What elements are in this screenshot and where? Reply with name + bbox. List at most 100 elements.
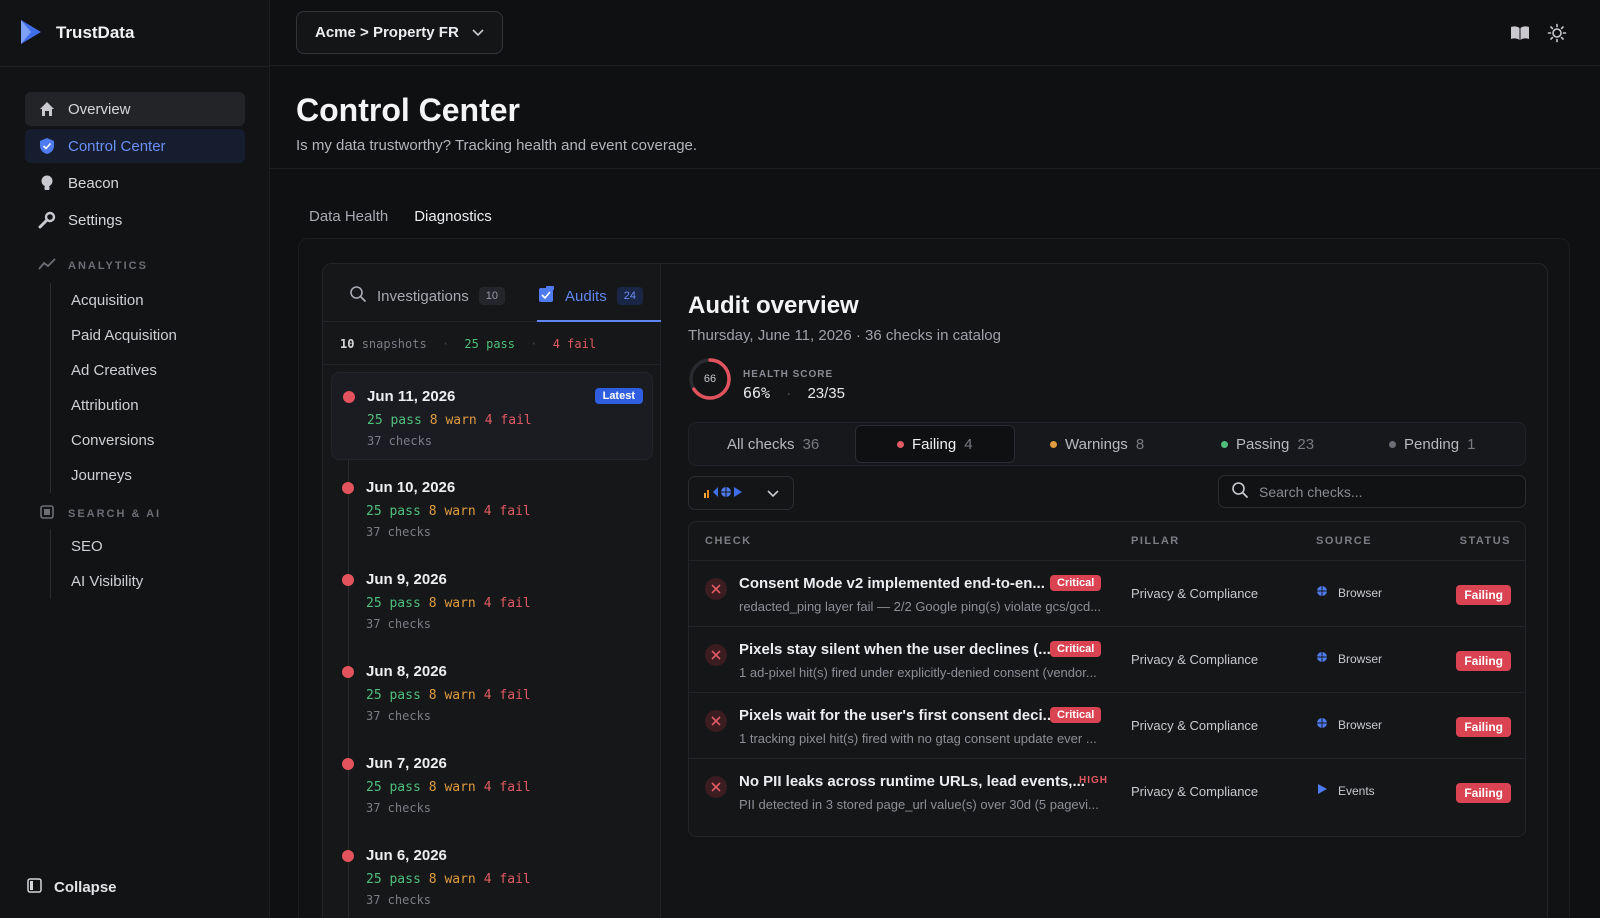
globe-icon <box>1316 585 1328 600</box>
trustdata-logo-icon <box>18 18 44 49</box>
snapshot-warn: 8 warn <box>428 872 476 887</box>
subtab-label: Audits <box>565 287 607 305</box>
analytics-subnav: Acquisition Paid Acquisition Ad Creative… <box>50 283 177 493</box>
docs-book-icon[interactable] <box>1509 22 1531 44</box>
tab-diagnostics[interactable]: Diagnostics <box>401 200 505 240</box>
health-score-values: 66% · 23/35 <box>743 384 845 402</box>
check-description: 1 ad-pixel hit(s) fired under explicitly… <box>739 665 1097 680</box>
globe-icon <box>1316 717 1328 732</box>
brand[interactable]: TrustData <box>18 18 134 48</box>
subnav-item-acquisition[interactable]: Acquisition <box>71 283 177 318</box>
snapshot-fail: 4 fail <box>483 780 531 795</box>
subnav-item-paid-acquisition[interactable]: Paid Acquisition <box>71 318 177 353</box>
table-row[interactable]: Pixels stay silent when the user decline… <box>689 627 1525 693</box>
fail-status-dot <box>342 574 354 586</box>
table-row[interactable]: Consent Mode v2 implemented end-to-en...… <box>689 561 1525 627</box>
filter-warnings[interactable]: Warnings 8 <box>1050 425 1144 463</box>
subnav-item-journeys[interactable]: Journeys <box>71 458 177 493</box>
search-icon <box>1231 481 1249 502</box>
subtab-count: 10 <box>478 287 505 305</box>
snapshot-date: Jun 11, 2026 <box>367 388 456 405</box>
property-label: Acme > Property FR <box>315 24 459 41</box>
subtab-label: Investigations <box>377 287 469 305</box>
snapshot-stats: 25 pass 8 warn 4 fail <box>367 413 532 428</box>
snapshot-pass: 25 pass <box>366 780 421 795</box>
check-source: Browser <box>1316 651 1382 666</box>
sidebar-divider <box>0 66 270 67</box>
subtab-audits[interactable]: Audits 24 <box>537 280 643 312</box>
snapshot-warn: 8 warn <box>428 596 476 611</box>
snapshot-warn: 8 warn <box>429 413 477 428</box>
column-header-source: SOURCE <box>1316 535 1373 547</box>
search-checks-input[interactable] <box>1259 483 1509 500</box>
snapshot-item[interactable]: Jun 10, 2026 25 pass 8 warn 4 fail 37 chec… <box>331 464 653 552</box>
property-selector[interactable]: Acme > Property FR <box>296 11 503 54</box>
check-pillar: Privacy & Compliance <box>1131 784 1259 799</box>
snapshot-stats: 25 pass 8 warn 4 fail <box>366 780 531 795</box>
nav-item-control-center[interactable]: Control Center <box>25 129 245 163</box>
latest-badge: Latest <box>594 388 643 404</box>
subnav-item-ai-visibility[interactable]: AI Visibility <box>71 564 143 599</box>
status-badge: Failing <box>1456 585 1511 605</box>
fail-x-icon <box>705 578 727 600</box>
chevron-down-icon <box>472 24 484 41</box>
check-title: Pixels wait for the user's first consent… <box>739 707 1056 724</box>
filter-failing[interactable]: Failing 4 <box>855 425 1015 463</box>
severity-badge: Critical <box>1050 575 1102 591</box>
nav-item-overview[interactable]: Overview <box>25 92 245 126</box>
snapshot-pass: 25 pass <box>367 413 422 428</box>
status-badge: Failing <box>1456 717 1511 737</box>
snapshot-date: Jun 10, 2026 <box>366 479 456 496</box>
subnav-item-attribution[interactable]: Attribution <box>71 388 177 423</box>
fail-x-icon <box>705 644 727 666</box>
check-description: 1 tracking pixel hit(s) fired with no gt… <box>739 731 1097 746</box>
search-ai-subnav: SEO AI Visibility <box>50 529 143 599</box>
snapshot-item[interactable]: Jun 9, 2026 25 pass 8 warn 4 fail 37 check… <box>331 556 653 644</box>
subnav-item-conversions[interactable]: Conversions <box>71 423 177 458</box>
subtab-investigations[interactable]: Investigations 10 <box>349 280 505 312</box>
fail-x-icon <box>705 710 727 732</box>
snapshot-date: Jun 7, 2026 <box>366 755 447 772</box>
events-play-icon <box>1316 783 1328 798</box>
snapshot-item[interactable]: Jun 7, 2026 25 pass 8 warn 4 fail 37 check… <box>331 740 653 828</box>
health-score-ratio: 23/35 <box>807 385 845 402</box>
collapse-button[interactable]: Collapse <box>27 878 117 897</box>
check-title: Consent Mode v2 implemented end-to-en... <box>739 575 1045 592</box>
snapshot-date: Jun 6, 2026 <box>366 847 447 864</box>
summary-pass: 25 pass <box>464 337 515 351</box>
passing-dot <box>1221 440 1228 448</box>
source-filter-select[interactable] <box>688 476 794 510</box>
main-nav: Overview Control Center Beacon Settings <box>25 92 245 240</box>
filter-pending[interactable]: Pending 1 <box>1389 425 1475 463</box>
snapshot-item[interactable]: Jun 8, 2026 25 pass 8 warn 4 fail 37 check… <box>331 648 653 736</box>
separator-dot: · <box>530 337 538 351</box>
subnav-item-ad-creatives[interactable]: Ad Creatives <box>71 353 177 388</box>
source-logos-icon <box>703 485 747 502</box>
snapshot-item[interactable]: Jun 6, 2026 25 pass 8 warn 4 fail 37 check… <box>331 832 653 918</box>
column-header-check: CHECK <box>705 535 752 547</box>
trend-icon <box>38 257 56 274</box>
snapshot-fail: 4 fail <box>483 872 531 887</box>
filter-all-checks[interactable]: All checks 36 <box>725 425 821 463</box>
nav-item-beacon[interactable]: Beacon <box>25 166 245 200</box>
failing-dot <box>897 440 904 448</box>
tab-data-health[interactable]: Data Health <box>296 200 401 240</box>
chevron-down-icon <box>767 485 779 501</box>
theme-sun-icon[interactable] <box>1546 22 1568 44</box>
snapshot-fail: 4 fail <box>483 504 531 519</box>
table-row[interactable]: Pixels wait for the user's first consent… <box>689 693 1525 759</box>
snapshot-warn: 8 warn <box>428 504 476 519</box>
fail-x-icon <box>705 776 727 798</box>
filter-passing[interactable]: Passing 23 <box>1221 425 1314 463</box>
subnav-item-seo[interactable]: SEO <box>71 529 143 564</box>
home-icon <box>38 100 56 118</box>
snapshot-checks: 37 checks <box>366 525 432 539</box>
table-row[interactable]: No PII leaks across runtime URLs, lead e… <box>689 759 1525 825</box>
nav-item-label: Settings <box>68 211 123 229</box>
nav-item-settings[interactable]: Settings <box>25 203 245 237</box>
snapshot-item[interactable]: Jun 11, 2026 Latest 25 pass 8 warn 4 fail … <box>331 372 653 460</box>
filter-label: Warnings <box>1065 435 1128 453</box>
snapshot-stats: 25 pass 8 warn 4 fail <box>366 688 531 703</box>
snapshot-fail: 4 fail <box>483 596 531 611</box>
summary-fail: 4 fail <box>552 337 597 351</box>
